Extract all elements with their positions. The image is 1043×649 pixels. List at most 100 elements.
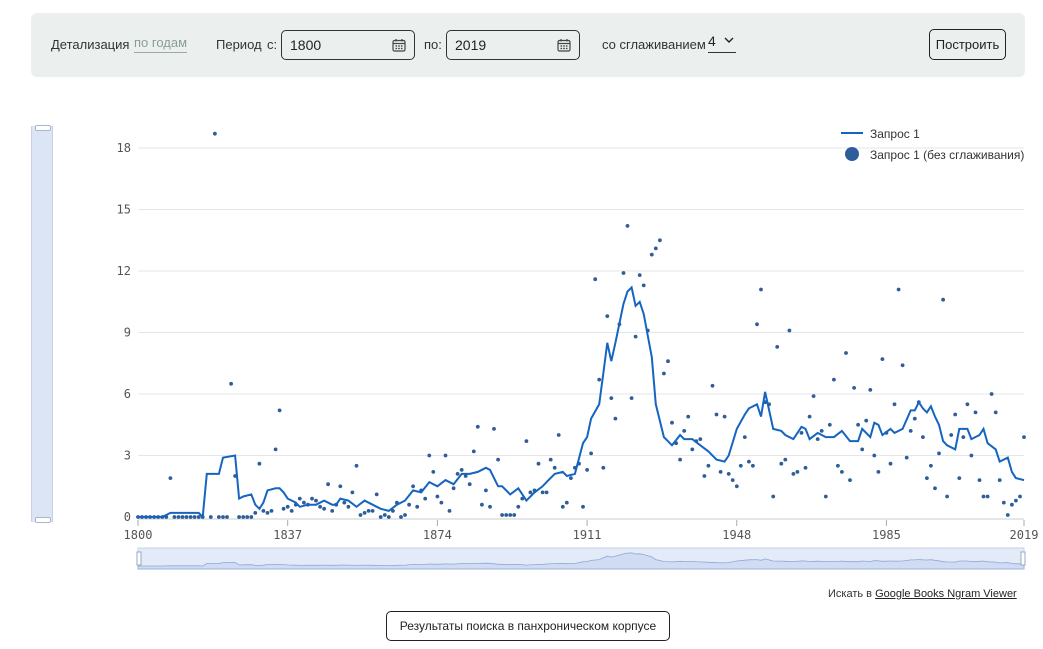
data-point xyxy=(500,513,504,517)
data-point xyxy=(427,453,432,458)
data-point xyxy=(168,476,173,480)
grid xyxy=(138,147,1024,456)
y-tick-label: 15 xyxy=(117,203,131,217)
data-point xyxy=(771,494,776,499)
data-point xyxy=(447,509,452,513)
data-point xyxy=(613,416,618,421)
data-point xyxy=(747,459,751,464)
data-point xyxy=(492,427,496,431)
data-point xyxy=(993,410,998,415)
data-point xyxy=(528,490,533,495)
data-point xyxy=(1018,494,1022,499)
x-tick-label: 1911 xyxy=(573,528,602,542)
data-point xyxy=(811,394,816,398)
x-tick-label: 1800 xyxy=(124,528,153,542)
data-point xyxy=(192,515,197,519)
data-point xyxy=(985,494,990,499)
data-point xyxy=(779,461,784,466)
data-point xyxy=(556,433,561,437)
y-axis: 0 3 6 9 12 15 18 xyxy=(117,141,131,524)
data-point xyxy=(540,490,545,495)
data-point xyxy=(759,287,763,292)
data-point xyxy=(431,470,436,474)
x-tick-label: 1985 xyxy=(872,528,901,542)
data-point xyxy=(217,515,221,519)
data-point xyxy=(326,482,330,487)
data-point xyxy=(318,504,322,509)
data-point xyxy=(358,513,363,517)
data-point xyxy=(407,502,411,507)
data-point xyxy=(467,482,472,487)
data-point xyxy=(629,396,634,400)
data-point xyxy=(338,484,343,489)
data-point xyxy=(892,402,897,407)
data-point xyxy=(840,470,844,474)
data-point xyxy=(475,424,480,429)
data-point xyxy=(755,322,759,327)
data-point xyxy=(791,472,796,476)
data-point xyxy=(221,515,225,519)
data-point xyxy=(625,224,630,228)
data-point xyxy=(322,506,326,511)
data-point xyxy=(872,453,877,458)
data-point xyxy=(366,509,371,513)
x-axis: 1800 1837 1874 1911 1948 1985 2019 xyxy=(124,518,1038,542)
data-point xyxy=(310,496,314,501)
data-point xyxy=(912,416,917,421)
data-point xyxy=(536,461,541,466)
data-point xyxy=(682,429,687,433)
data-point xyxy=(933,486,937,491)
data-point xyxy=(658,238,662,243)
smoothed-line xyxy=(138,285,1025,520)
legend-item-scatter[interactable]: Запрос 1 (без сглаживания) xyxy=(870,148,1024,162)
data-point xyxy=(969,453,974,458)
data-point xyxy=(807,414,812,419)
data-point xyxy=(775,345,780,349)
data-point xyxy=(1014,498,1018,503)
data-point xyxy=(403,513,407,517)
y-tick-label: 12 xyxy=(117,264,131,278)
data-point xyxy=(803,465,808,470)
y-tick-label: 3 xyxy=(124,449,131,463)
data-point xyxy=(662,371,666,376)
ngram-viewer-link[interactable]: Google Books Ngram Viewer xyxy=(875,588,1017,600)
data-point xyxy=(524,439,529,443)
navigator-left-handle[interactable] xyxy=(136,551,142,566)
corpus-results-button[interactable]: Результаты поиска в панхроническом корпу… xyxy=(386,611,670,641)
data-point xyxy=(925,476,929,480)
data-point xyxy=(261,509,266,513)
data-point xyxy=(868,388,873,392)
data-point xyxy=(289,509,294,513)
data-point xyxy=(783,457,788,462)
data-point xyxy=(208,515,213,519)
data-point xyxy=(249,515,254,519)
data-point xyxy=(921,435,925,439)
data-point xyxy=(823,494,828,499)
data-point xyxy=(633,334,638,339)
data-point xyxy=(751,463,755,468)
data-point xyxy=(937,451,941,456)
data-point xyxy=(455,472,460,476)
data-point xyxy=(297,496,302,501)
data-point xyxy=(957,476,962,480)
data-point xyxy=(245,515,250,519)
range-navigator[interactable] xyxy=(136,547,1026,570)
navigator-right-handle[interactable] xyxy=(1020,551,1026,566)
data-point xyxy=(945,494,949,499)
data-point xyxy=(714,412,719,417)
data-point xyxy=(172,515,177,519)
data-point xyxy=(977,478,982,482)
data-point xyxy=(860,447,865,452)
data-point xyxy=(1005,513,1010,517)
legend[interactable]: Запрос 1 Запрос 1 (без сглаживания) xyxy=(841,127,1024,162)
data-point xyxy=(989,392,994,396)
data-point xyxy=(269,509,274,513)
data-point xyxy=(722,414,727,419)
data-point xyxy=(386,515,391,519)
legend-item-line[interactable]: Запрос 1 xyxy=(870,127,920,141)
data-point xyxy=(225,515,229,519)
data-point xyxy=(484,488,488,493)
data-point xyxy=(273,447,278,452)
data-point xyxy=(285,504,290,509)
data-point xyxy=(411,484,415,489)
